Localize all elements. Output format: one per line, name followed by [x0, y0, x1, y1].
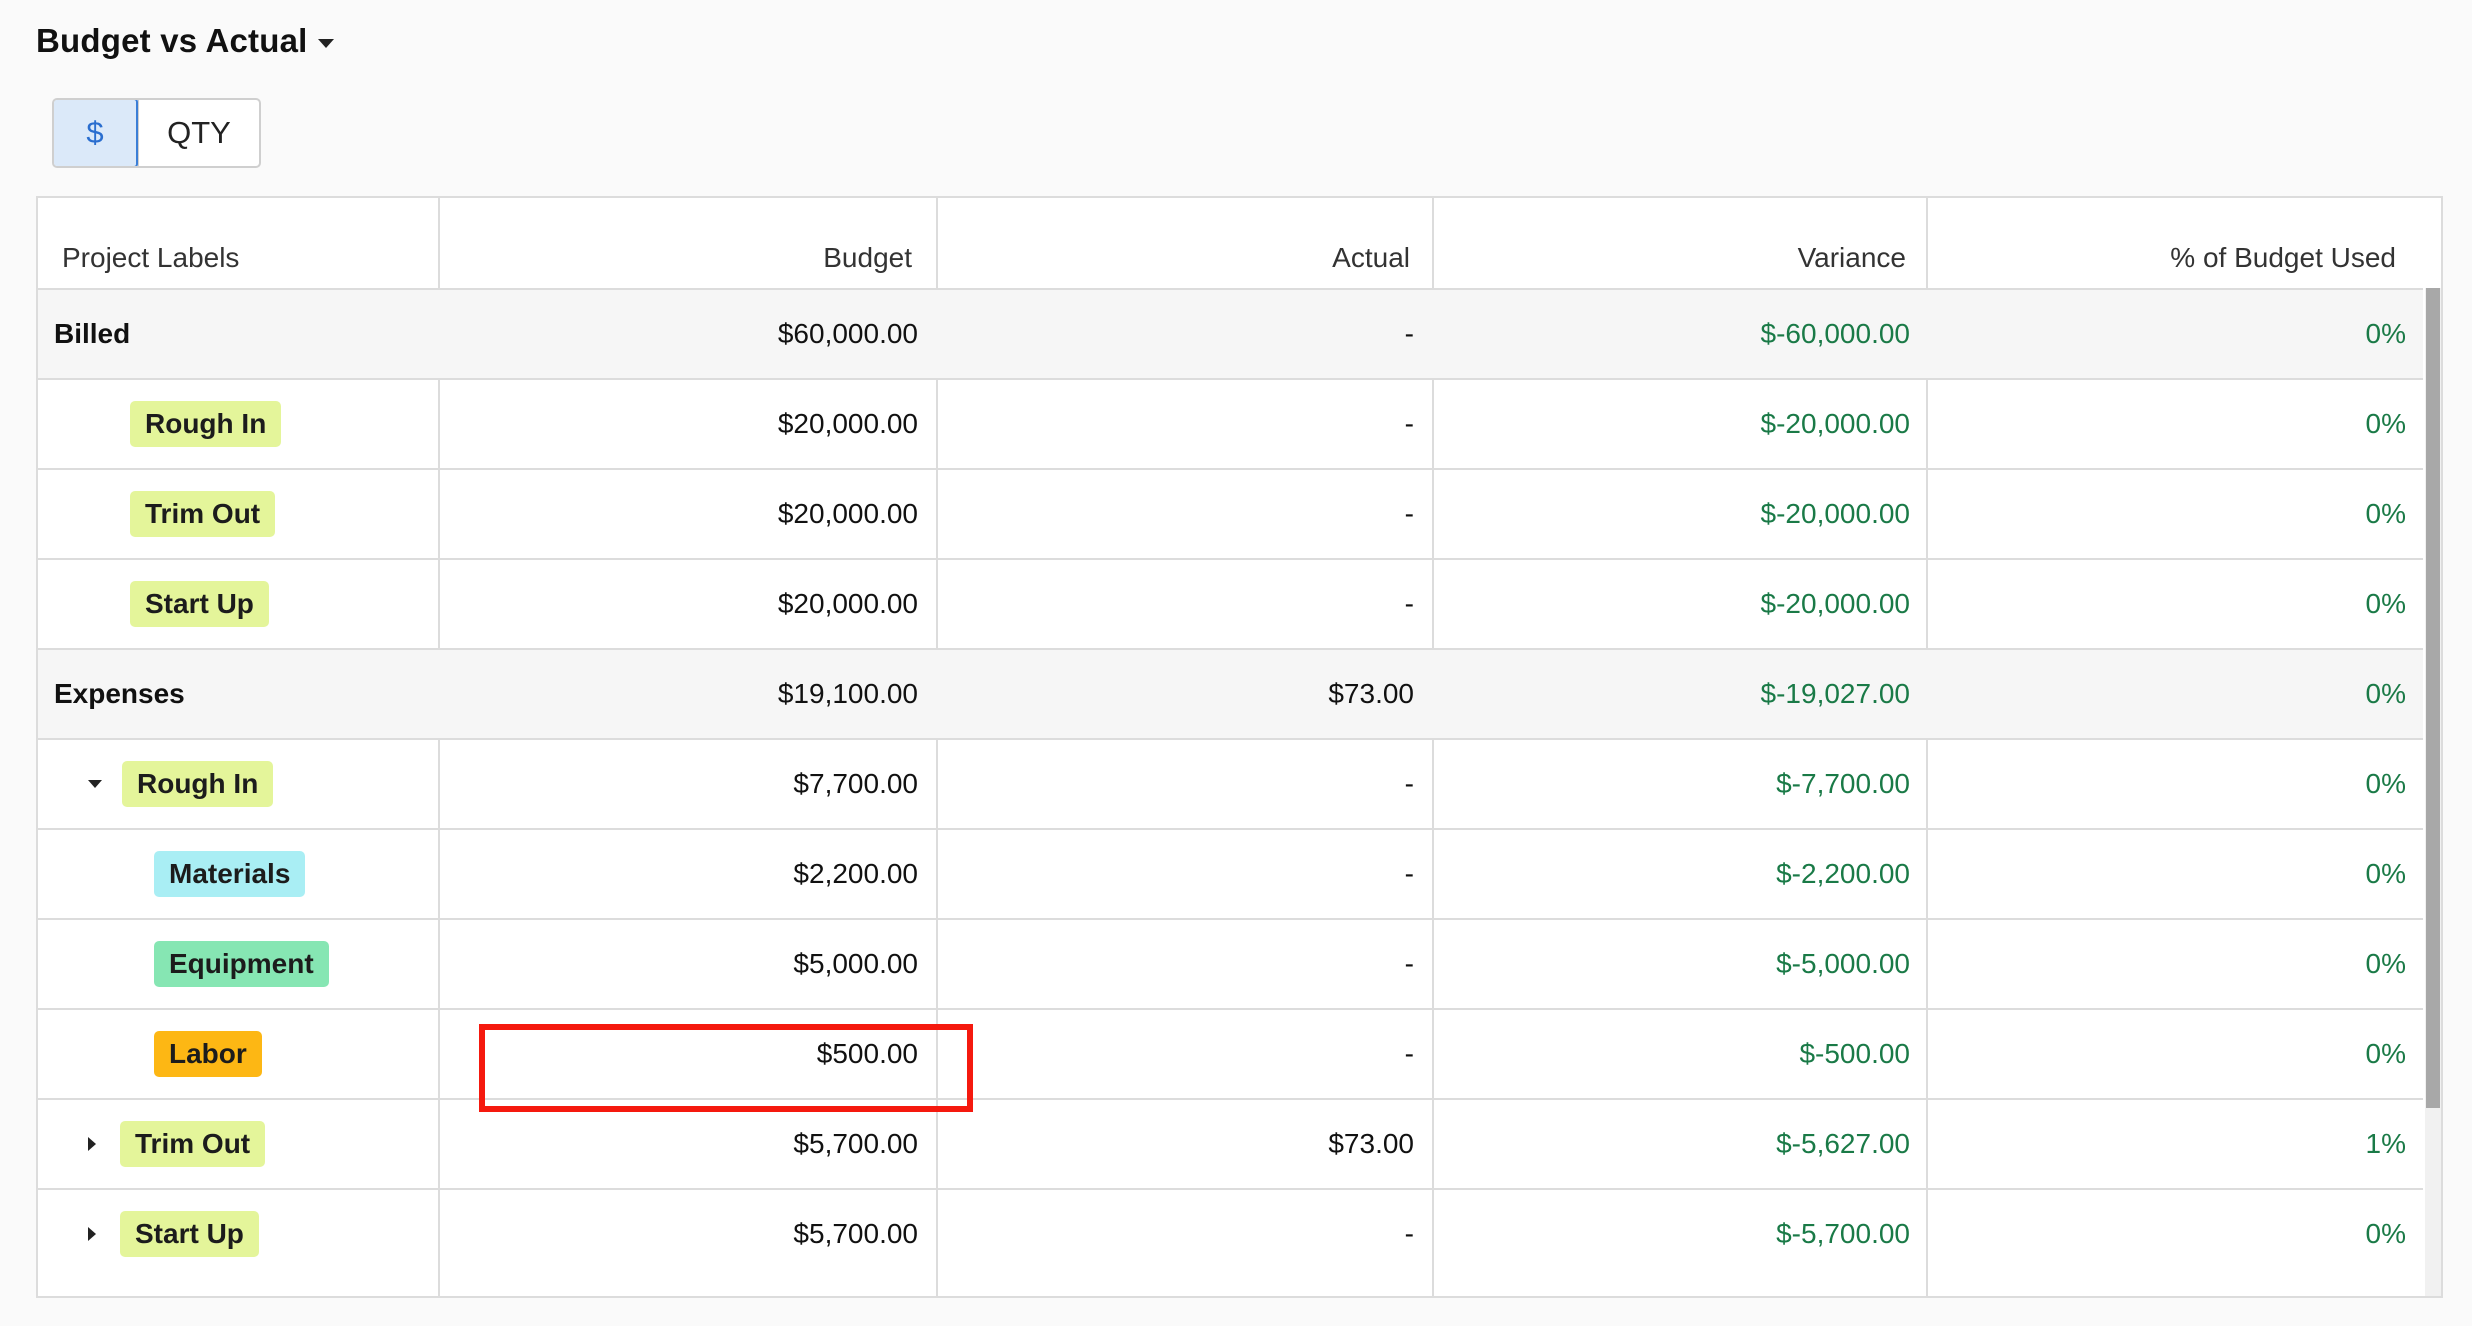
- variance-cell[interactable]: $-20,000.00: [1432, 470, 1910, 558]
- budget-cell[interactable]: $60,000.00: [438, 290, 918, 378]
- qty-toggle-button[interactable]: QTY: [138, 100, 259, 166]
- project-label-tag: Start Up: [120, 1211, 259, 1257]
- variance-cell[interactable]: $-20,000.00: [1432, 380, 1910, 468]
- budget-cell[interactable]: $2,200.00: [438, 830, 918, 918]
- actual-cell[interactable]: -: [936, 1010, 1414, 1098]
- row-label-cell: Rough In: [88, 740, 434, 828]
- pct-used-cell[interactable]: 1%: [1926, 1100, 2406, 1188]
- report-title: Budget vs Actual: [36, 22, 308, 59]
- header-actual[interactable]: Actual: [936, 198, 1410, 288]
- actual-cell[interactable]: $73.00: [936, 650, 1414, 738]
- pct-used-cell[interactable]: 0%: [1926, 1190, 2406, 1278]
- budget-table: Project Labels Budget Actual Variance % …: [36, 196, 2443, 1298]
- pct-used-cell[interactable]: 0%: [1926, 560, 2406, 648]
- header-pct-budget-used[interactable]: % of Budget Used: [1926, 198, 2396, 288]
- actual-cell[interactable]: -: [936, 380, 1414, 468]
- pct-used-cell[interactable]: 0%: [1926, 830, 2406, 918]
- actual-cell[interactable]: -: [936, 740, 1414, 828]
- variance-cell[interactable]: $-19,027.00: [1432, 650, 1910, 738]
- unit-toggle: $ QTY: [52, 98, 261, 168]
- actual-cell[interactable]: $73.00: [936, 1100, 1414, 1188]
- variance-cell[interactable]: $-2,200.00: [1432, 830, 1910, 918]
- table-row[interactable]: Rough In $20,000.00- $-20,000.00 0%: [38, 378, 2423, 468]
- table-row[interactable]: Trim Out $20,000.00- $-20,000.00 0%: [38, 468, 2423, 558]
- budget-cell[interactable]: $19,100.00: [438, 650, 918, 738]
- row-label-cell: Billed: [54, 290, 434, 378]
- header-project-labels[interactable]: Project Labels: [62, 198, 432, 288]
- row-label-cell: Start Up: [130, 560, 434, 648]
- dollar-toggle-button[interactable]: $: [54, 100, 138, 166]
- table-row[interactable]: Billed $60,000.00- $-60,000.00 0%: [38, 288, 2423, 378]
- actual-cell[interactable]: -: [936, 1190, 1414, 1278]
- budget-cell[interactable]: $500.00: [438, 1010, 918, 1098]
- report-title-dropdown[interactable]: Budget vs Actual: [36, 22, 334, 60]
- table-row[interactable]: Materials $2,200.00- $-2,200.00 0%: [38, 828, 2423, 918]
- variance-cell[interactable]: $-5,700.00: [1432, 1190, 1910, 1278]
- variance-cell[interactable]: $-500.00: [1432, 1010, 1910, 1098]
- row-label-cell: Labor: [154, 1010, 434, 1098]
- budget-cell[interactable]: $20,000.00: [438, 560, 918, 648]
- header-budget[interactable]: Budget: [438, 198, 912, 288]
- pct-used-cell[interactable]: 0%: [1926, 470, 2406, 558]
- table-row[interactable]: Trim Out $5,700.00 $73.00 $-5,627.00 1%: [38, 1098, 2423, 1188]
- project-label-tag: Rough In: [130, 401, 282, 447]
- budget-vs-actual-page: Budget vs Actual $ QTY Project Labels Bu…: [0, 0, 2472, 1326]
- group-label: Expenses: [54, 678, 185, 709]
- pct-used-cell[interactable]: 0%: [1926, 650, 2406, 738]
- variance-cell[interactable]: $-60,000.00: [1432, 290, 1910, 378]
- table-row[interactable]: Expenses $19,100.00 $73.00 $-19,027.00 0%: [38, 648, 2423, 738]
- actual-cell[interactable]: -: [936, 290, 1414, 378]
- pct-used-cell[interactable]: 0%: [1926, 380, 2406, 468]
- row-label-cell: Start Up: [88, 1190, 434, 1278]
- expand-arrow-right-icon[interactable]: [88, 1137, 96, 1151]
- actual-cell[interactable]: -: [936, 830, 1414, 918]
- row-label-cell: Rough In: [130, 380, 434, 468]
- expand-arrow-right-icon[interactable]: [88, 1227, 96, 1241]
- vertical-scrollbar-thumb[interactable]: [2426, 288, 2440, 1108]
- table-row[interactable]: Start Up $5,700.00- $-5,700.00 0%: [38, 1188, 2423, 1278]
- project-label-tag: Start Up: [130, 581, 269, 627]
- variance-cell[interactable]: $-7,700.00: [1432, 740, 1910, 828]
- budget-cell[interactable]: $5,000.00: [438, 920, 918, 1008]
- variance-cell[interactable]: $-20,000.00: [1432, 560, 1910, 648]
- budget-cell[interactable]: $20,000.00: [438, 380, 918, 468]
- project-label-tag: Equipment: [154, 941, 329, 987]
- table-row[interactable]: Start Up $20,000.00- $-20,000.00 0%: [38, 558, 2423, 648]
- variance-cell[interactable]: $-5,000.00: [1432, 920, 1910, 1008]
- expand-arrow-down-icon[interactable]: [88, 780, 102, 788]
- project-label-tag: Materials: [154, 851, 306, 897]
- pct-used-cell[interactable]: 0%: [1926, 920, 2406, 1008]
- row-label-cell: Expenses: [54, 650, 434, 738]
- budget-cell[interactable]: $20,000.00: [438, 470, 918, 558]
- row-label-cell: Trim Out: [88, 1100, 434, 1188]
- pct-used-cell[interactable]: 0%: [1926, 740, 2406, 828]
- budget-cell[interactable]: $7,700.00: [438, 740, 918, 828]
- table-row[interactable]: Equipment $5,000.00- $-5,000.00 0%: [38, 918, 2423, 1008]
- actual-cell[interactable]: -: [936, 560, 1414, 648]
- pct-used-cell[interactable]: 0%: [1926, 290, 2406, 378]
- budget-cell[interactable]: $5,700.00: [438, 1190, 918, 1278]
- variance-cell[interactable]: $-5,627.00: [1432, 1100, 1910, 1188]
- row-label-cell: Trim Out: [130, 470, 434, 558]
- project-label-tag: Rough In: [122, 761, 274, 807]
- header-variance[interactable]: Variance: [1432, 198, 1906, 288]
- table-row[interactable]: Labor $500.00- $-500.00 0%: [38, 1008, 2423, 1098]
- project-label-tag: Trim Out: [130, 491, 276, 537]
- actual-cell[interactable]: -: [936, 920, 1414, 1008]
- project-label-tag: Labor: [154, 1031, 262, 1077]
- table-row[interactable]: Rough In $7,700.00- $-7,700.00 0%: [38, 738, 2423, 828]
- group-label: Billed: [54, 318, 131, 349]
- pct-used-cell[interactable]: 0%: [1926, 1010, 2406, 1098]
- actual-cell[interactable]: -: [936, 470, 1414, 558]
- row-label-cell: Equipment: [154, 920, 434, 1008]
- row-label-cell: Materials: [154, 830, 434, 918]
- budget-cell[interactable]: $5,700.00: [438, 1100, 918, 1188]
- chevron-down-icon: [317, 38, 334, 48]
- project-label-tag: Trim Out: [120, 1121, 266, 1167]
